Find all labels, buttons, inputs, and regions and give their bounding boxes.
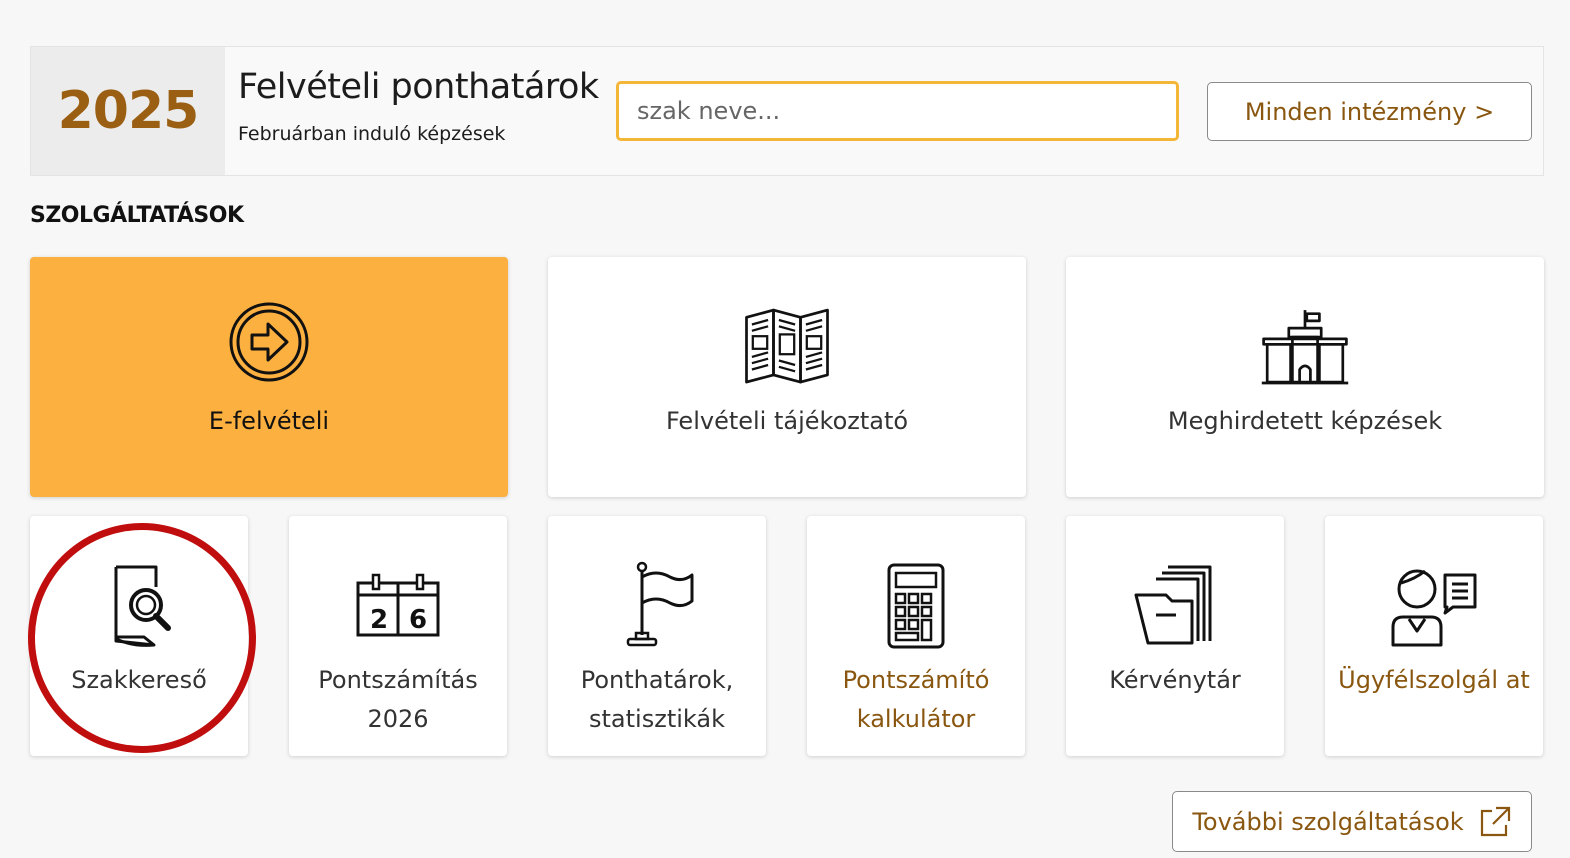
arrow-circle-icon (229, 302, 309, 382)
university-building-icon (1261, 310, 1349, 385)
all-institutions-button[interactable]: Minden intézmény > (1207, 82, 1532, 141)
tile-label: Szakkereső (71, 666, 207, 694)
calendar-digit: 6 (409, 605, 427, 635)
document-search-icon (114, 565, 171, 647)
calculator-icon (887, 563, 945, 649)
admission-header: 2025 Felvételi ponthatárok Februárban in… (30, 46, 1544, 176)
tile-kervenytar[interactable]: Kérvénytár (1066, 516, 1284, 756)
tile-label: Pontszámító kalkulátor (842, 666, 990, 733)
external-link-icon (1480, 806, 1510, 836)
tile-felveteli-tajekoztato[interactable]: Felvételi tájékoztató (548, 257, 1026, 497)
search-input[interactable] (616, 81, 1179, 141)
page-title: Felvételi ponthatárok (238, 67, 599, 107)
tile-pontszamito-kalkulator[interactable]: Pontszámító kalkulátor (807, 516, 1025, 756)
section-title: SZOLGÁLTATÁSOK (30, 203, 244, 228)
more-services-label: További szolgáltatások (1192, 807, 1464, 836)
tile-szakkereso[interactable]: Szakkereső (30, 516, 248, 756)
year-badge: 2025 (31, 47, 225, 175)
tile-label: Ügyfélszolgál at (1338, 666, 1530, 694)
tile-ponthatarok[interactable]: Ponthatárok, statisztikák (548, 516, 766, 756)
tile-label: Pontszámítás 2026 (318, 666, 478, 733)
tile-label: Kérvénytár (1109, 666, 1241, 694)
customer-service-icon (1391, 569, 1477, 647)
tile-label: Meghirdetett képzések (1167, 407, 1443, 435)
more-services-button[interactable]: További szolgáltatások (1172, 791, 1532, 852)
calendar-digit: 2 (370, 605, 388, 635)
brochure-icon (745, 308, 829, 384)
tile-meghirdetett-kepzesek[interactable]: Meghirdetett képzések (1066, 257, 1544, 497)
tile-e-felveteli[interactable]: E-felvételi (30, 257, 508, 497)
tile-label: E-felvételi (208, 407, 330, 435)
page-subtitle: Februárban induló képzések (238, 123, 506, 145)
flag-icon (626, 561, 694, 647)
tile-label: Ponthatárok, statisztikák (580, 666, 734, 733)
tile-ugyfelszolgalat[interactable]: Ügyfélszolgál at (1325, 516, 1543, 756)
tile-label: Felvételi tájékoztató (665, 407, 909, 435)
tile-pontszamitas[interactable]: 2 6 Pontszámítás 2026 (289, 516, 507, 756)
calendar-icon: 2 6 (356, 573, 440, 637)
folder-icon (1134, 565, 1212, 645)
